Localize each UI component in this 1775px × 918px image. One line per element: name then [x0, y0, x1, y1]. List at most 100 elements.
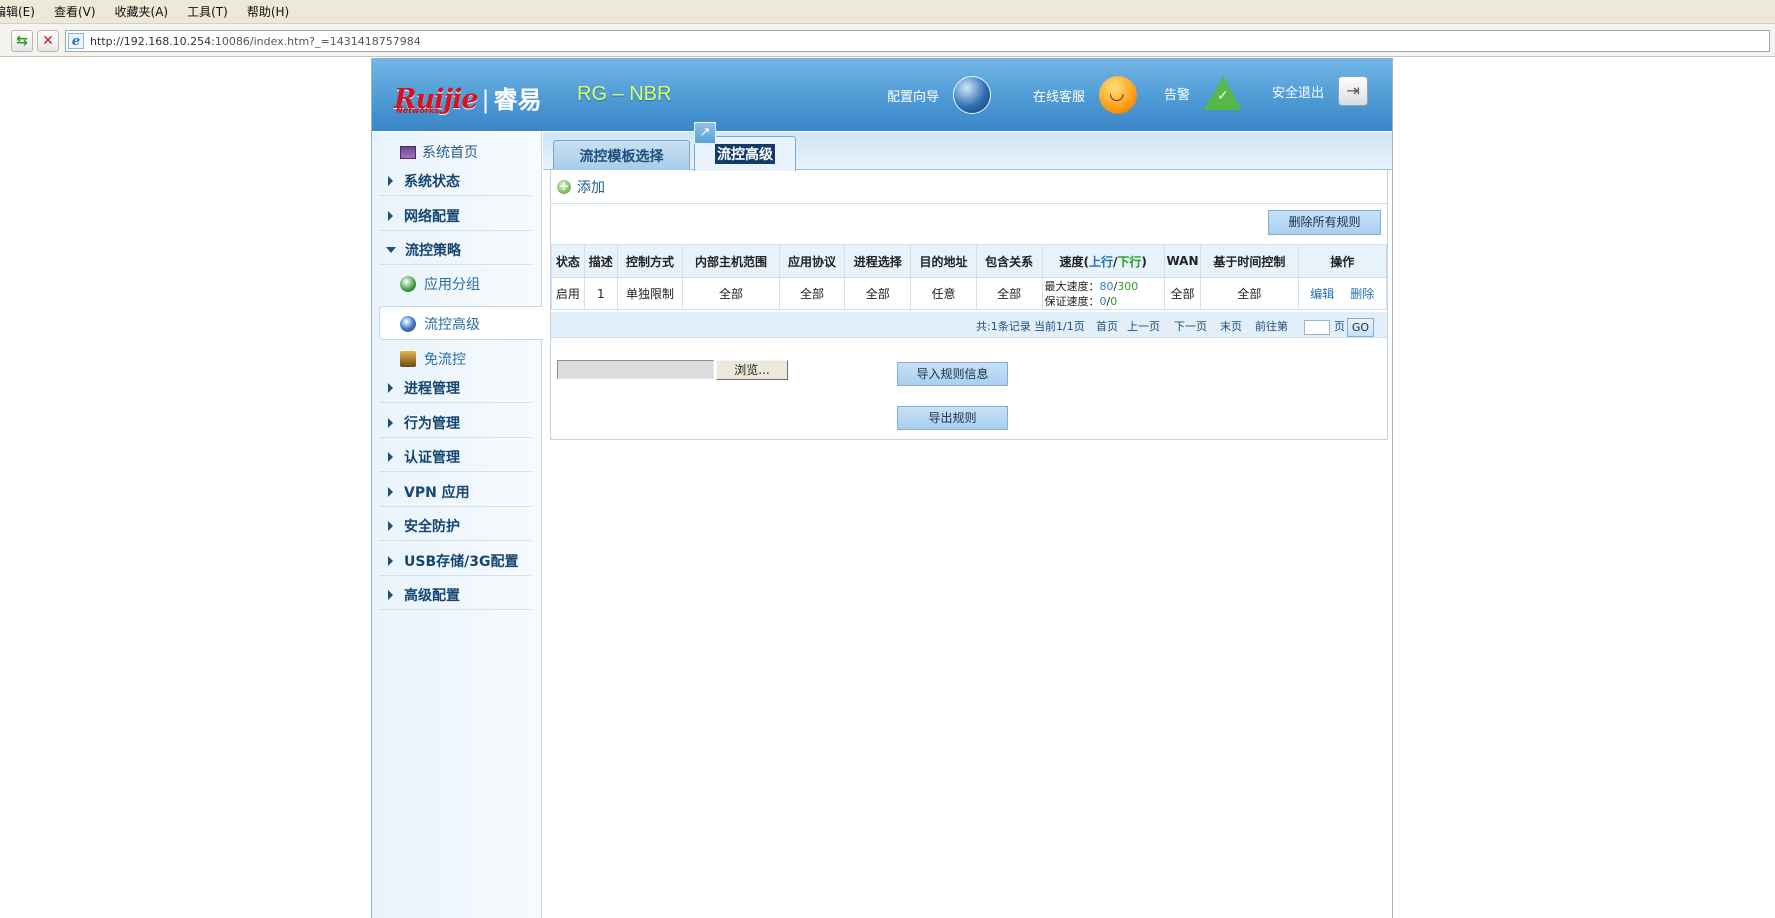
triangle-right-icon	[388, 589, 393, 600]
popout-icon[interactable]: ↗	[694, 122, 716, 144]
cell-process: 全部	[844, 277, 912, 310]
url-text: http://192.168.10.254:10086/index.htm?_=…	[90, 34, 421, 48]
config-wizard-button[interactable]: 配置向导	[887, 76, 992, 114]
triangle-right-icon	[388, 520, 393, 531]
cell-desc: 1	[583, 277, 618, 310]
triangle-right-icon	[388, 382, 393, 393]
exit-door-icon: ⇥	[1338, 76, 1369, 106]
flow-advanced-icon	[400, 316, 416, 332]
cell-status: 启用	[551, 277, 585, 310]
col-header-wan: WAN	[1163, 244, 1202, 278]
max-speed: 最大速度：80/300	[1044, 279, 1139, 293]
tab-flow-template[interactable]: 流控模板选择	[553, 140, 690, 170]
page-number-input[interactable]	[1304, 320, 1330, 335]
col-header-control: 控制方式	[616, 244, 684, 278]
sidebar-item-app-group[interactable]: 应用分组	[400, 274, 480, 294]
rules-panel: + 添加 删除所有规则 状态 描述 控制方式 内部主机范围 应用协议 进程选择 …	[550, 170, 1388, 440]
menu-tools[interactable]: 工具(T)	[187, 3, 228, 20]
sidebar-item-system-status[interactable]: 系统状态	[380, 166, 532, 196]
app-group-icon	[400, 276, 416, 292]
triangle-down-icon	[386, 246, 396, 253]
cell-hosts: 全部	[682, 277, 780, 310]
alarm-button[interactable]: 告警 ✓	[1164, 76, 1243, 110]
main-content: 流控模板选择 流控高级 ↗ + 添加 删除所有规则 状态 描述 控制方式 内部主…	[543, 122, 1392, 918]
plus-circle-icon: +	[557, 178, 571, 194]
address-input[interactable]: e http://192.168.10.254:10086/index.htm?…	[65, 30, 1770, 52]
router-admin-frame: Ruijie | 睿易 Networks RG – NBR 配置向导 在线客服 …	[371, 58, 1393, 918]
cell-control: 单独限制	[616, 277, 684, 310]
cell-dest: 任意	[910, 277, 977, 310]
menu-favorites[interactable]: 收藏夹(A)	[115, 3, 169, 20]
globe-icon	[953, 76, 992, 114]
cell-wan: 全部	[1163, 277, 1202, 310]
smiley-icon	[1099, 76, 1138, 114]
browser-menubar: 编辑(E) 查看(V) 收藏夹(A) 工具(T) 帮助(H)	[0, 0, 1775, 24]
pagination-bar: 共:1条记录 当前1/1页 首页 上一页 下一页 末页 前往第 页 GO	[551, 312, 1387, 338]
sidebar-item-flow-policy[interactable]: 流控策略	[380, 235, 532, 265]
sidebar-item-security[interactable]: 安全防护	[380, 511, 532, 541]
sidebar-item-no-flow[interactable]: 免流控	[400, 349, 466, 369]
check-triangle-icon: ✓	[1204, 76, 1243, 110]
triangle-right-icon	[388, 175, 393, 186]
table-header-row: 状态 描述 控制方式 内部主机范围 应用协议 进程选择 目的地址 包含关系 速度…	[551, 244, 1388, 278]
table-row: 启用 1 单独限制 全部 全部 全部 任意 全部 最大速度：80/300 保证速…	[551, 277, 1388, 310]
import-rules-button[interactable]: 导入规则信息	[897, 362, 1008, 386]
menu-help[interactable]: 帮助(H)	[247, 3, 289, 20]
delete-all-rules-button[interactable]: 删除所有规则	[1268, 210, 1381, 235]
online-service-button[interactable]: 在线客服	[1033, 76, 1138, 114]
tab-bar: 流控模板选择 流控高级 ↗	[543, 122, 1392, 171]
sidebar-item-home[interactable]: 系统首页	[400, 142, 478, 162]
browser-addressbar: ⇆ ✕ e http://192.168.10.254:10086/index.…	[0, 24, 1775, 57]
triangle-right-icon	[388, 555, 393, 566]
sidebar: 系统首页 系统状态 网络配置 流控策略 应用分组 流控高级 免流控 进程管理 行…	[372, 132, 543, 918]
col-header-dest: 目的地址	[910, 244, 977, 278]
top-banner: Ruijie | 睿易 Networks RG – NBR 配置向导 在线客服 …	[372, 58, 1392, 131]
rules-table: 状态 描述 控制方式 内部主机范围 应用协议 进程选择 目的地址 包含关系 速度…	[551, 244, 1388, 310]
col-header-process: 进程选择	[844, 244, 912, 278]
triangle-right-icon	[388, 417, 393, 428]
current-page: 当前1/1页	[1034, 320, 1085, 333]
delete-link[interactable]: 删除	[1350, 287, 1374, 301]
goto-suffix: 页	[1334, 320, 1345, 333]
export-rules-button[interactable]: 导出规则	[897, 406, 1008, 430]
total-records: 共:1条记录	[976, 320, 1031, 333]
last-page-link[interactable]: 末页	[1220, 318, 1242, 334]
col-header-status: 状态	[551, 244, 585, 278]
menu-view[interactable]: 查看(V)	[54, 3, 96, 20]
add-row: + 添加	[551, 170, 1387, 204]
cell-ops: 编辑 删除	[1297, 277, 1388, 310]
go-button[interactable]: GO	[1347, 318, 1374, 337]
stop-icon[interactable]: ✕	[37, 30, 59, 52]
no-flow-icon	[400, 351, 416, 367]
cell-speed: 最大速度：80/300 保证速度：0/0	[1041, 277, 1165, 310]
refresh-icon[interactable]: ⇆	[11, 30, 33, 52]
ie-page-icon: e	[68, 33, 84, 49]
col-header-speed: 速度(上行/下行)	[1041, 244, 1165, 278]
sidebar-item-vpn[interactable]: VPN 应用	[380, 477, 532, 507]
col-header-time: 基于时间控制	[1200, 244, 1299, 278]
prev-page-link[interactable]: 上一页	[1127, 318, 1160, 334]
triangle-right-icon	[388, 486, 393, 497]
logo-subtext: Networks	[396, 106, 439, 115]
sidebar-item-usb[interactable]: USB存储/3G配置	[380, 546, 532, 576]
sidebar-item-process-mgmt[interactable]: 进程管理	[380, 373, 532, 403]
edit-link[interactable]: 编辑	[1310, 287, 1334, 301]
logout-button[interactable]: 安全退出 ⇥	[1272, 76, 1369, 106]
cell-protocol: 全部	[778, 277, 846, 310]
triangle-right-icon	[388, 451, 393, 462]
first-page-link[interactable]: 首页	[1096, 318, 1118, 334]
next-page-link[interactable]: 下一页	[1174, 318, 1207, 334]
sidebar-item-network-config[interactable]: 网络配置	[380, 201, 532, 231]
sidebar-item-auth-mgmt[interactable]: 认证管理	[380, 442, 532, 472]
add-rule-button[interactable]: + 添加	[557, 177, 605, 197]
sidebar-item-behavior-mgmt[interactable]: 行为管理	[380, 408, 532, 438]
sidebar-item-flow-advanced[interactable]: 流控高级	[400, 314, 480, 334]
file-path-input[interactable]	[557, 360, 714, 379]
goto-label: 前往第	[1255, 320, 1288, 333]
cell-include: 全部	[975, 277, 1043, 310]
menu-edit[interactable]: 编辑(E)	[0, 3, 35, 20]
sidebar-item-advanced[interactable]: 高级配置	[380, 580, 532, 610]
col-header-ops: 操作	[1297, 244, 1388, 278]
col-header-protocol: 应用协议	[778, 244, 846, 278]
browse-button[interactable]: 浏览...	[716, 360, 788, 380]
